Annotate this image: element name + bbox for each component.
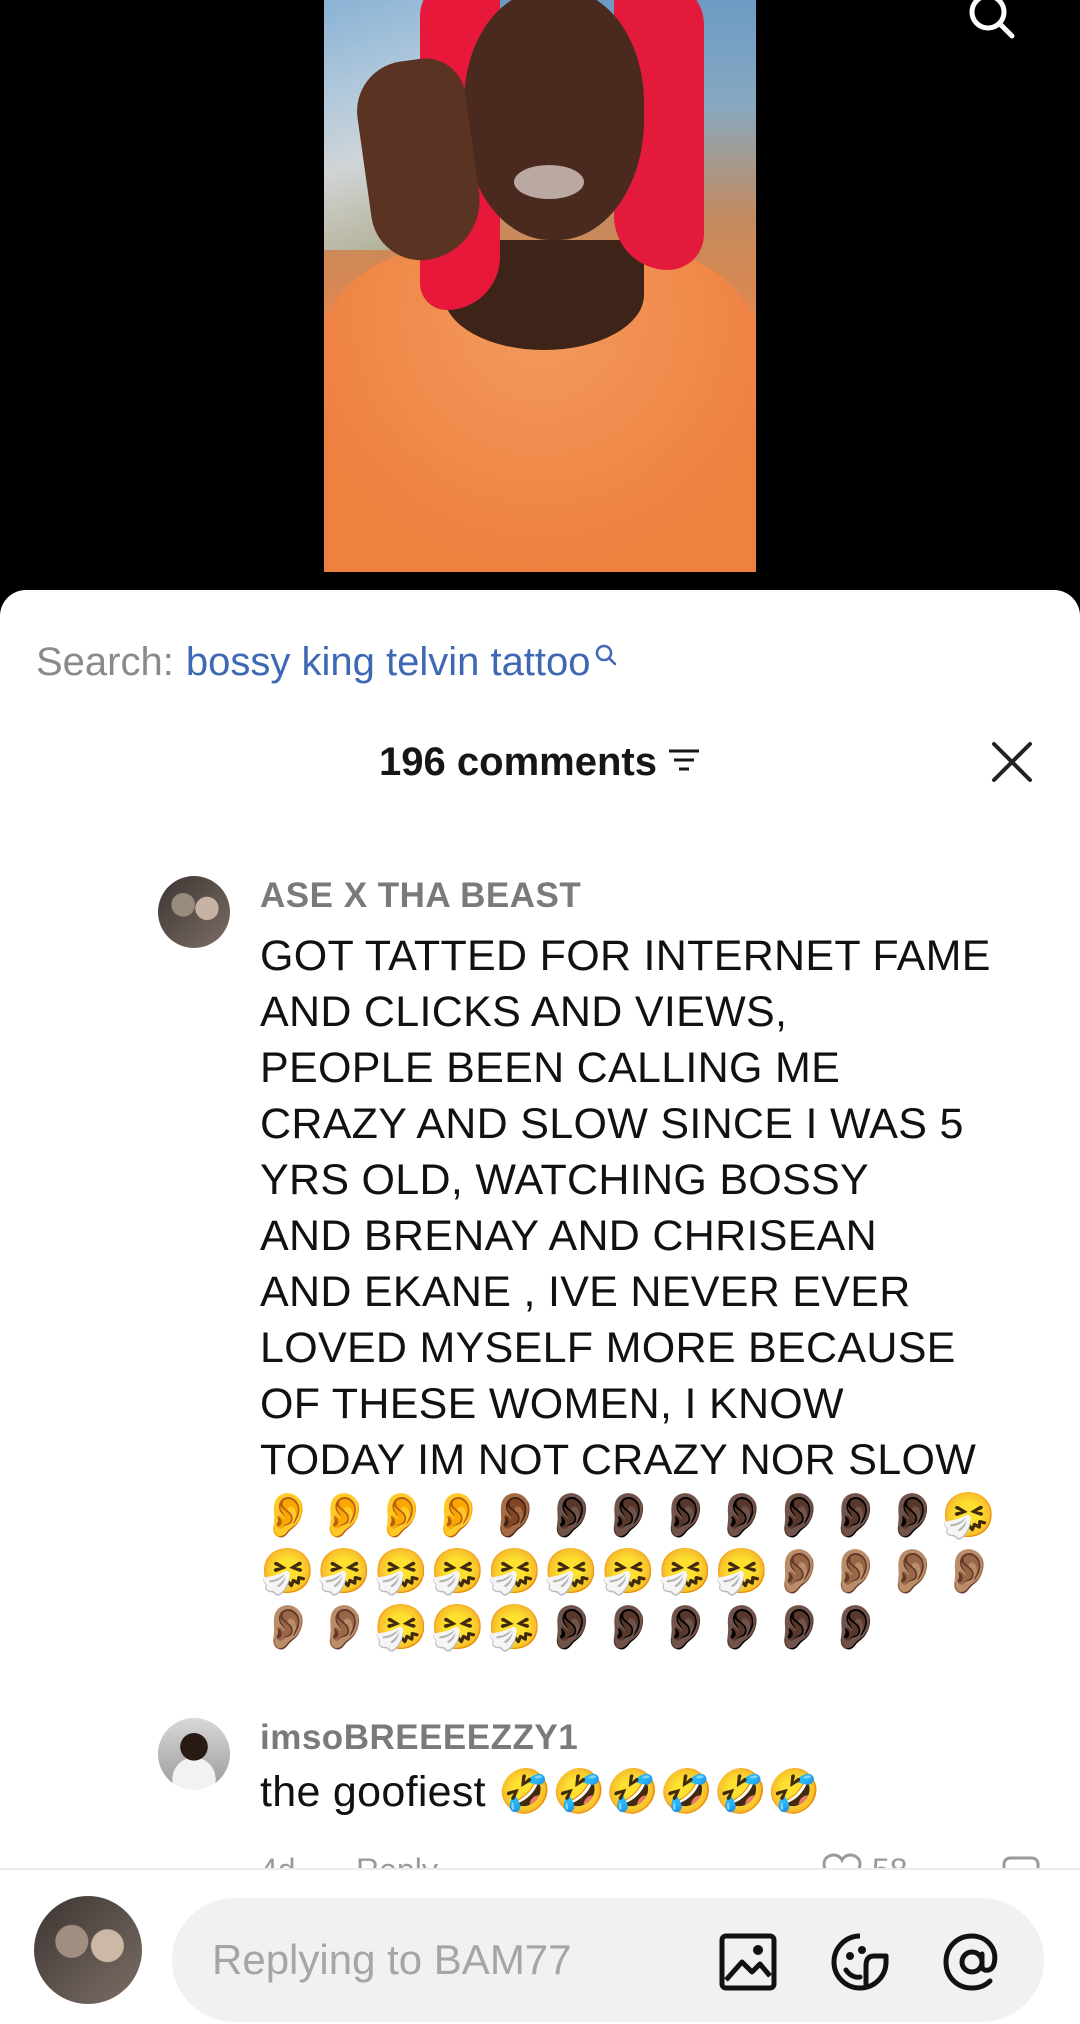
search-term-link[interactable]: bossy king telvin tattoo (186, 640, 591, 685)
screen: Search: bossy king telvin tattoo 196 com… (0, 0, 1080, 2024)
emoji-icon[interactable] (828, 1930, 892, 1994)
video-face (464, 0, 644, 240)
comment-text: GOT TATTED FOR INTERNET FAME AND CLICKS … (260, 932, 991, 1484)
search-icon (595, 631, 617, 676)
search-icon[interactable] (966, 0, 1018, 46)
comment-emoji-line: 🤧🤧🤧🤧🤧🤧🤧🤧🤧👂🏽👂🏽👂🏽👂🏽 (260, 1547, 999, 1596)
comments-header: 196 comments (0, 732, 1080, 792)
at-icon[interactable] (940, 1930, 1004, 1994)
comment-input[interactable] (172, 1898, 1044, 2022)
avatar[interactable] (34, 1896, 142, 2004)
avatar[interactable] (158, 876, 230, 948)
comments-count: 196 comments (379, 739, 657, 784)
search-prefix: Search: (36, 639, 174, 684)
comments-sheet: Search: bossy king telvin tattoo 196 com… (0, 590, 1080, 2024)
comment-emoji-line: 👂🏽👂🏽🤧🤧🤧👂🏿👂🏿👂🏿👂🏿👂🏿👂🏿 (260, 1603, 885, 1652)
comment-text: the goofiest 🤣🤣🤣🤣🤣🤣 (260, 1768, 822, 1816)
comment-username[interactable]: imsoBREEEEZZY1 (260, 1718, 1056, 1758)
video-player[interactable] (324, 0, 756, 572)
comment-emoji-line: 👂👂👂👂👂🏾👂🏿👂🏿👂🏿👂🏿👂🏿👂🏿👂🏿🤧 (260, 1491, 999, 1540)
video-lips (514, 165, 584, 199)
image-icon[interactable] (716, 1930, 780, 1994)
filter-icon[interactable] (667, 740, 701, 785)
avatar[interactable] (158, 1718, 230, 1790)
comment-body: ASE X THA BEAST GOT TATTED FOR INTERNET … (260, 876, 1056, 1656)
reply-bar (0, 1870, 1080, 2024)
comment-body: imsoBREEEEZZY1 the goofiest 🤣🤣🤣🤣🤣🤣 (260, 1718, 1056, 1820)
close-icon[interactable] (986, 736, 1038, 788)
search-suggestion[interactable]: Search: bossy king telvin tattoo (36, 638, 617, 686)
comment-username[interactable]: ASE X THA BEAST (260, 876, 1056, 916)
